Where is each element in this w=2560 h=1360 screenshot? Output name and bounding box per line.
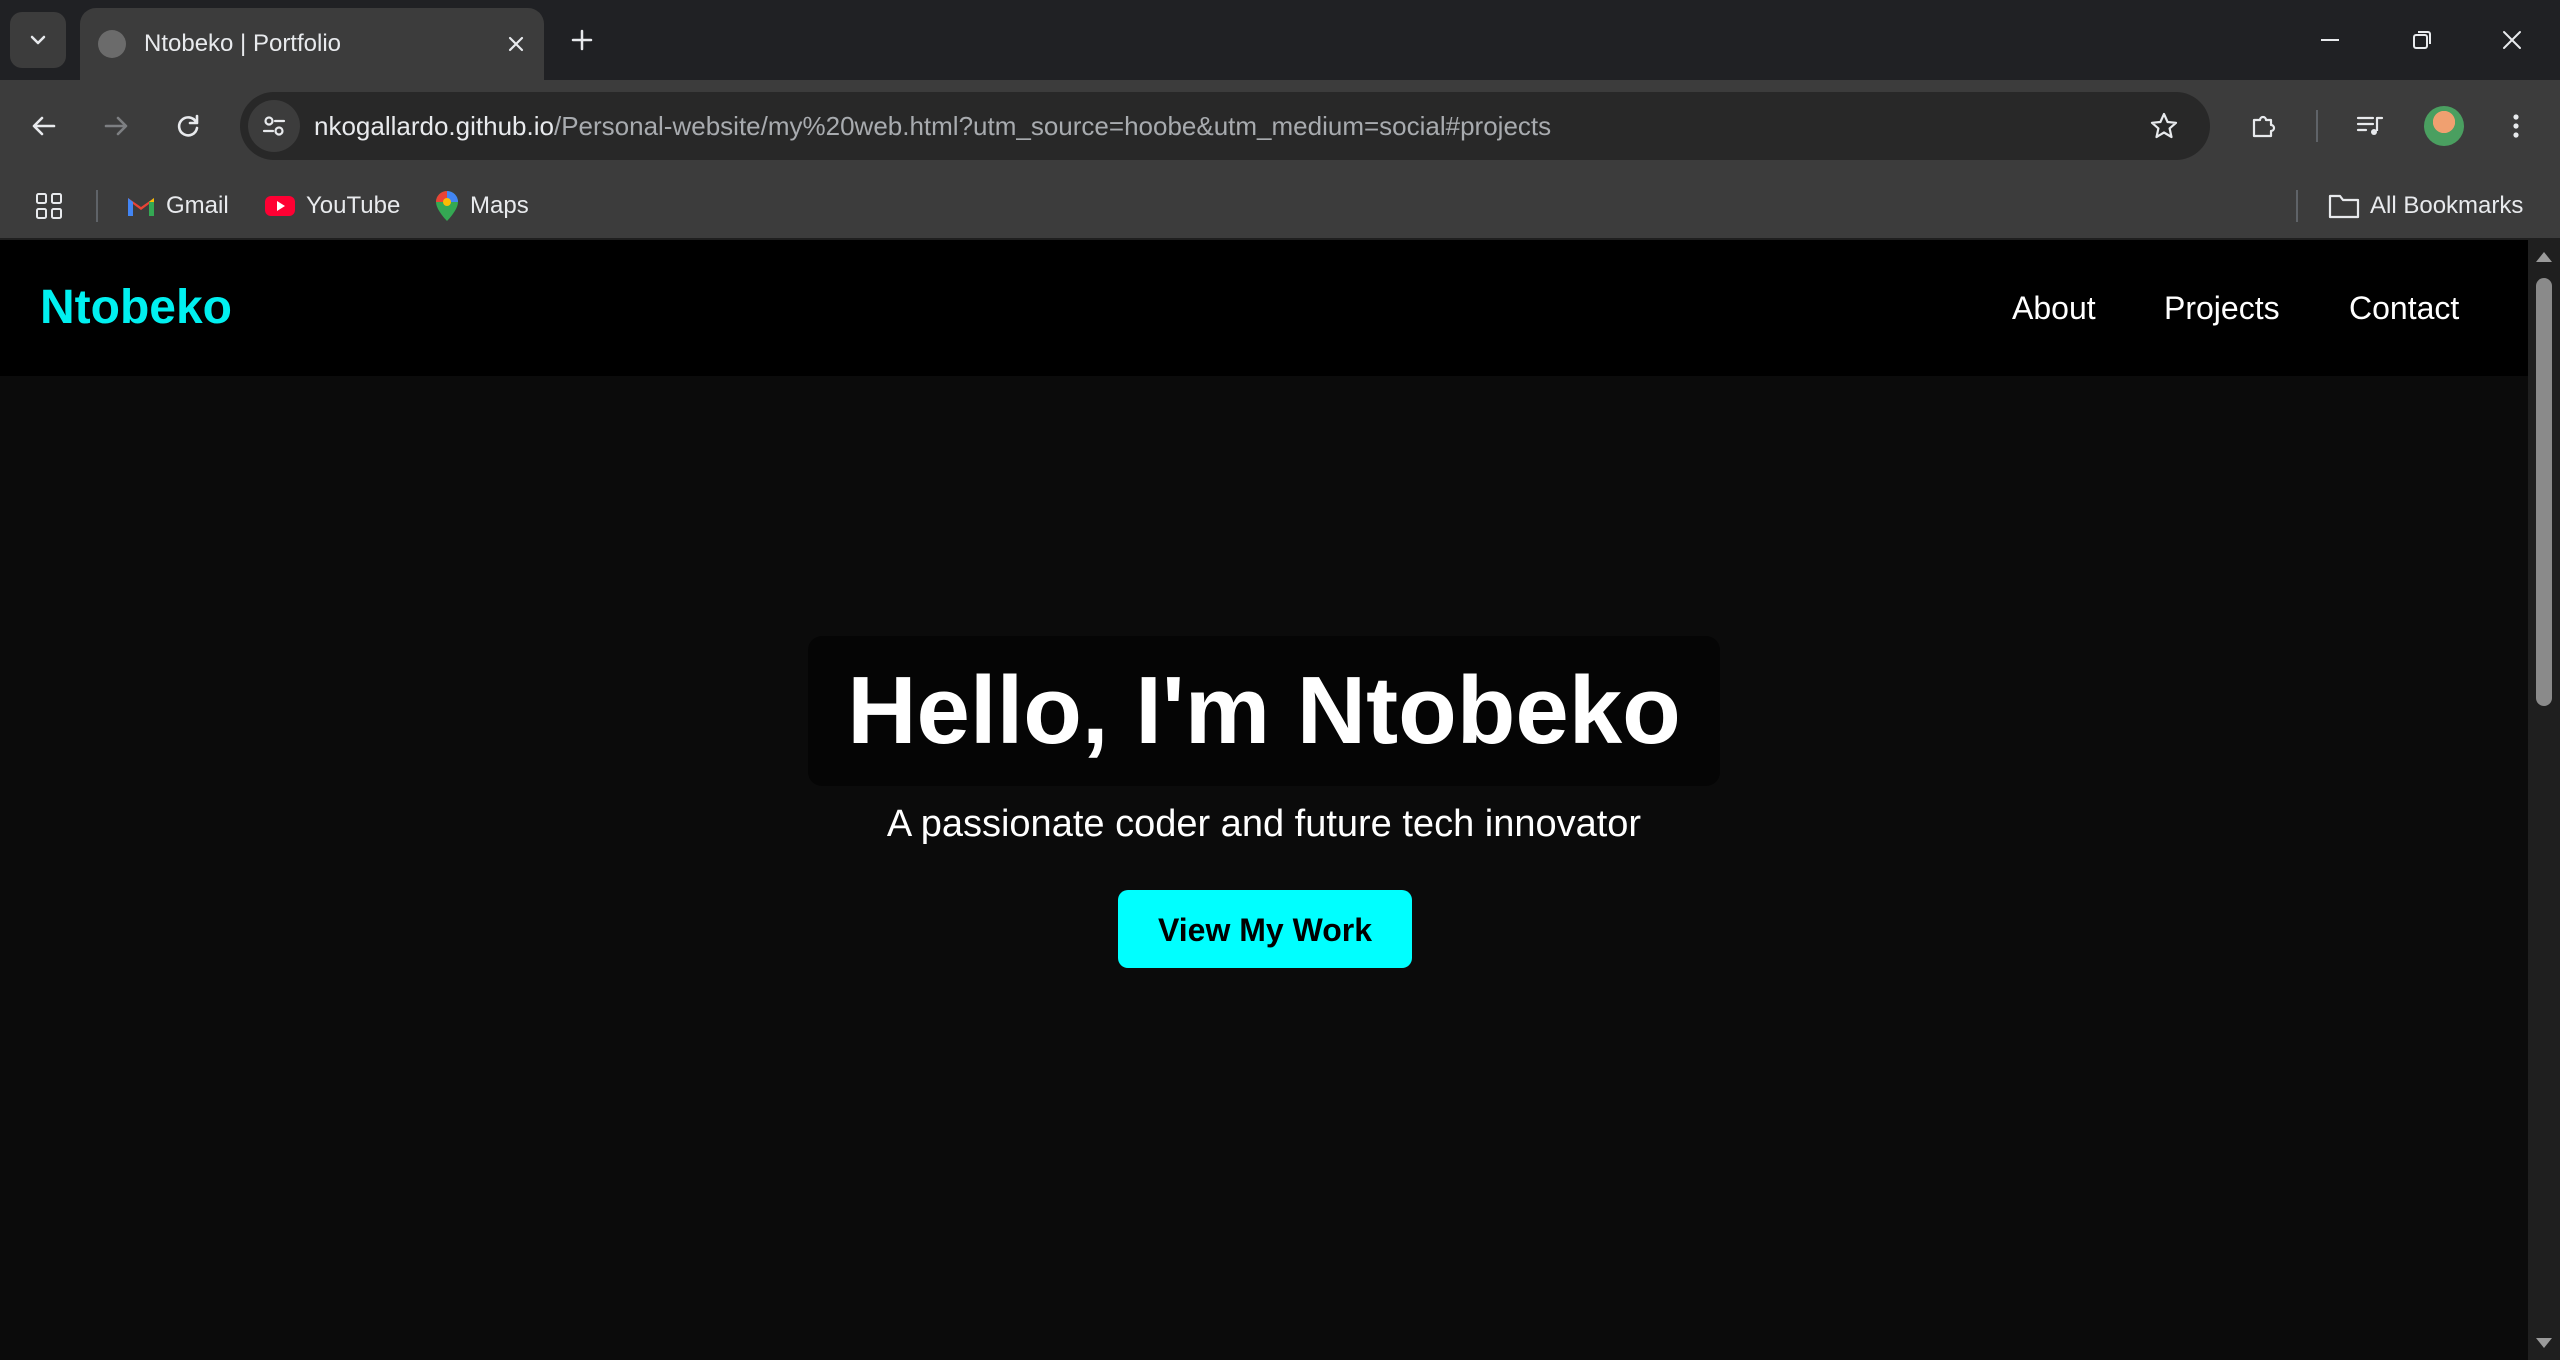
bookmark-label: Gmail [166,192,229,219]
site-logo[interactable]: Ntobeko [40,280,232,336]
tab-search-button[interactable] [10,12,66,68]
browser-tabstrip: Ntobeko | Portfolio [0,0,2560,80]
apps-grid-icon [36,193,62,219]
nav-link-contact[interactable]: Contact [2349,288,2459,328]
url-text[interactable]: nkogallardo.github.io/Personal-website/m… [314,108,1551,144]
page-viewport: Ntobeko About Projects Contact Hello, I'… [0,240,2528,1360]
more-vert-icon [2513,114,2519,138]
scroll-down-arrow-icon[interactable] [2536,1338,2552,1348]
all-bookmarks-button[interactable]: All Bookmarks [2328,186,2523,226]
plus-icon [571,29,593,51]
maps-icon [436,191,458,221]
globe-icon [98,30,126,58]
page-scrollbar[interactable] [2528,240,2560,1360]
nav-link-projects[interactable]: Projects [2164,288,2280,328]
view-my-work-button[interactable]: View My Work [1118,890,1412,968]
minimize-button[interactable] [2306,16,2354,64]
tab-title: Ntobeko | Portfolio [144,30,342,57]
new-tab-button[interactable] [562,20,602,60]
url-path: /Personal-website/my%20web.html?utm_sour… [553,111,1552,141]
youtube-icon [265,196,295,216]
restore-icon [2413,31,2431,49]
close-window-button[interactable] [2488,16,2536,64]
minimize-icon [2321,39,2339,41]
browser-tab-active[interactable]: Ntobeko | Portfolio [80,8,544,80]
browser-toolbar: nkogallardo.github.io/Personal-website/m… [0,80,2560,172]
address-bar[interactable]: nkogallardo.github.io/Personal-website/m… [240,92,2210,160]
menu-button[interactable] [2492,102,2540,150]
folder-icon [2328,194,2360,219]
reload-icon [177,114,199,137]
hero-title-container: Hello, I'm Ntobeko [808,636,1720,786]
reload-button[interactable] [164,102,212,150]
close-icon [508,36,524,52]
back-button[interactable] [20,102,68,150]
tab-close-button[interactable] [500,28,532,60]
hero-title: Hello, I'm Ntobeko [847,657,1681,764]
site-info-button[interactable] [248,100,300,152]
star-icon [2150,112,2178,139]
tune-icon [262,116,286,136]
bookmark-label: YouTube [306,192,401,219]
queue-music-icon [2356,116,2384,135]
close-icon [2503,31,2521,49]
arrow-left-icon [32,116,56,136]
toolbar-separator [2316,110,2318,142]
scrollbar-thumb[interactable] [2536,278,2552,706]
forward-button[interactable] [92,102,140,150]
profile-avatar[interactable] [2424,106,2464,146]
bookmark-gmail[interactable]: Gmail [126,186,229,226]
scroll-up-arrow-icon[interactable] [2536,252,2552,262]
bookmarks-bar: Gmail YouTube Maps All Bookmarks [0,172,2560,240]
chevron-down-icon [30,35,46,45]
site-navbar: Ntobeko About Projects Contact [0,240,2528,376]
arrow-right-icon [104,116,128,136]
media-controls-button[interactable] [2346,102,2394,150]
all-bookmarks-label: All Bookmarks [2370,192,2524,219]
bookmarks-separator [96,190,98,222]
url-host: nkogallardo.github.io [314,111,554,141]
restore-button[interactable] [2398,16,2446,64]
bookmark-maps[interactable]: Maps [434,186,529,226]
bookmark-youtube[interactable]: YouTube [264,186,400,226]
nav-link-about[interactable]: About [2012,288,2096,328]
bookmark-star-button[interactable] [2142,104,2186,148]
extensions-button[interactable] [2240,102,2288,150]
apps-button[interactable] [34,186,64,226]
gmail-icon [128,198,154,216]
hero-subtitle: A passionate coder and future tech innov… [886,803,1642,845]
bookmarks-separator [2296,190,2298,222]
puzzle-icon [2252,115,2276,138]
bookmark-label: Maps [470,192,529,219]
